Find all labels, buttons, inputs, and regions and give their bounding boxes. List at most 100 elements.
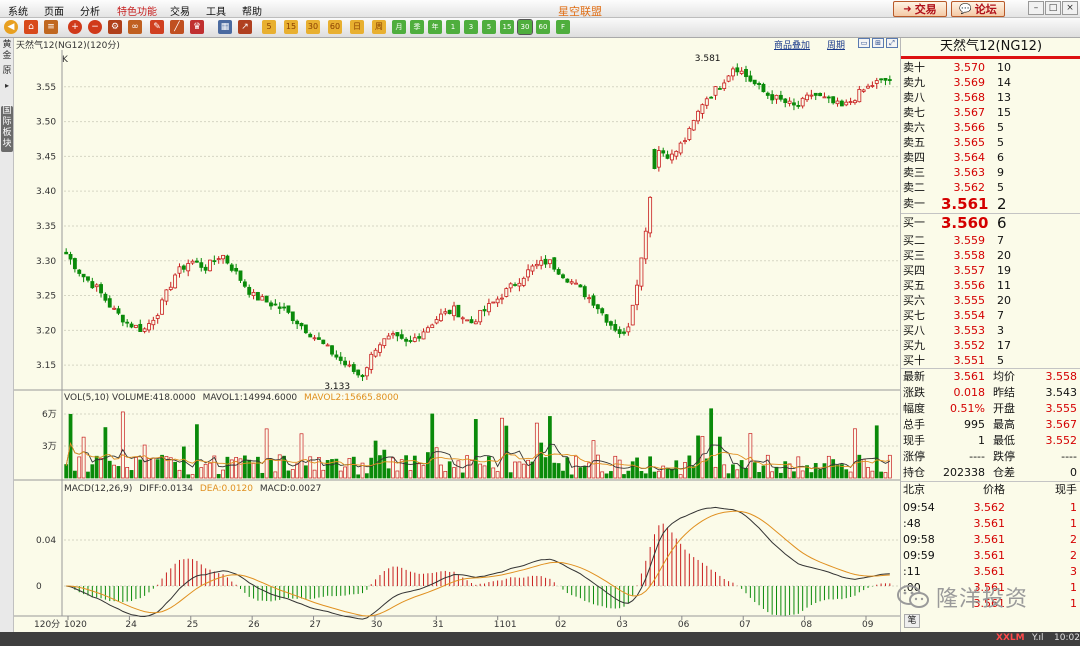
period-60-button[interactable]: 60: [536, 20, 550, 34]
stat-label: 均价: [993, 370, 1015, 383]
bid-row[interactable]: 买三 3.558 20: [901, 248, 1080, 263]
bid-row[interactable]: 买六 3.555 20: [901, 293, 1080, 308]
menu-special-features[interactable]: 特色功能: [117, 3, 157, 18]
formula-button[interactable]: F: [556, 20, 570, 34]
trade-button[interactable]: ➜ 交易: [893, 1, 947, 17]
forum-button[interactable]: 💬 论坛: [951, 1, 1005, 17]
chat-bubble-icon: 💬: [959, 3, 972, 15]
candle-body: [552, 257, 557, 270]
tab-intl-sector[interactable]: 国际板块: [1, 106, 13, 152]
link-icon[interactable]: ∞: [128, 20, 142, 34]
menu-help[interactable]: 帮助: [242, 3, 262, 18]
period-5min-button[interactable]: 5: [262, 20, 276, 34]
price-tick-label: 3.55: [36, 83, 56, 93]
candle-body: [256, 292, 260, 301]
tab-gold[interactable]: 黄金: [1, 40, 13, 62]
bid-price: 3.557: [953, 264, 986, 277]
period-quarter-button[interactable]: 季: [410, 20, 424, 34]
zoom-out-icon[interactable]: −: [88, 20, 102, 34]
tab-trades[interactable]: 笔: [904, 614, 920, 628]
tick-price: 3.561: [973, 517, 1006, 530]
bid-row[interactable]: 买八 3.553 3: [901, 323, 1080, 338]
ask-row[interactable]: 卖八 3.568 13: [901, 90, 1080, 105]
volume-bar: [652, 471, 657, 479]
tab-expand-icon[interactable]: ▸: [1, 80, 13, 90]
menu-analysis[interactable]: 分析: [80, 3, 100, 18]
bid-row[interactable]: 买一 3.560 6: [901, 214, 1080, 232]
back-icon[interactable]: ◀: [4, 20, 18, 34]
candle-body: [264, 295, 269, 303]
line-tool-icon[interactable]: ╱: [170, 20, 184, 34]
period-day-button[interactable]: 日: [350, 20, 364, 34]
maximize-button[interactable]: □: [1045, 1, 1061, 15]
bid-level-label: 买二: [903, 234, 925, 247]
stat-value: ----: [969, 450, 985, 463]
bid-row[interactable]: 买九 3.552 17: [901, 338, 1080, 353]
ask-row[interactable]: 卖一 3.561 2: [901, 195, 1080, 213]
volume-bar: [90, 464, 95, 479]
price-chart[interactable]: 3.55 3.50 3.45 3.40 3.35 3.30 3.25 3.20 3.15 3.5…: [14, 50, 900, 632]
menu-system[interactable]: 系统: [8, 3, 28, 18]
list-icon[interactable]: ≡: [44, 20, 58, 34]
bid-row[interactable]: 买十 3.551 5: [901, 353, 1080, 368]
home-icon[interactable]: ⌂: [24, 20, 38, 34]
period-15min-button[interactable]: 15: [284, 20, 298, 34]
period-1-button[interactable]: 1: [446, 20, 460, 34]
period-15-button[interactable]: 15: [500, 20, 514, 34]
volume-bar: [338, 470, 343, 479]
volume-bar: [609, 471, 613, 479]
ask-row[interactable]: 卖十 3.570 10: [901, 60, 1080, 75]
tick-row: :11 3.561 3: [901, 564, 1080, 580]
fullscreen-icon[interactable]: ⤢: [886, 38, 898, 48]
period-year-button[interactable]: 年: [428, 20, 442, 34]
menu-page[interactable]: 页面: [44, 3, 64, 18]
candle-body: [839, 100, 844, 107]
minimize-button[interactable]: –: [1028, 1, 1044, 15]
grid-icon[interactable]: ▦: [218, 20, 232, 34]
bid-row[interactable]: 买二 3.559 7: [901, 233, 1080, 248]
layout-icon[interactable]: ▭: [858, 38, 870, 48]
chart-icon[interactable]: ↗: [238, 20, 252, 34]
ask-row[interactable]: 卖四 3.564 6: [901, 150, 1080, 165]
bid-row[interactable]: 买七 3.554 7: [901, 308, 1080, 323]
period-week-button[interactable]: 周: [372, 20, 386, 34]
menu-tools[interactable]: 工具: [206, 3, 226, 18]
bid-row[interactable]: 买四 3.557 19: [901, 263, 1080, 278]
period-30min-button[interactable]: 30: [306, 20, 320, 34]
split-icon[interactable]: ⊞: [872, 38, 884, 48]
tab-crude[interactable]: 原: [1, 66, 13, 78]
menu-trade[interactable]: 交易: [170, 3, 190, 18]
period-month-button[interactable]: 月: [392, 20, 406, 34]
bid-price: 3.558: [953, 249, 986, 262]
ask-row[interactable]: 卖五 3.565 5: [901, 135, 1080, 150]
ask-volume: 5: [997, 181, 1004, 194]
tick-volume: 1: [1070, 501, 1077, 514]
bid-level-label: 买七: [903, 309, 925, 322]
bid-row[interactable]: 买五 3.556 11: [901, 278, 1080, 293]
close-button[interactable]: ×: [1062, 1, 1078, 15]
candle-body: [238, 270, 243, 281]
ask-row[interactable]: 卖三 3.563 9: [901, 165, 1080, 180]
ask-row[interactable]: 卖九 3.569 14: [901, 75, 1080, 90]
candle-body: [883, 77, 888, 81]
ask-row[interactable]: 卖六 3.566 5: [901, 120, 1080, 135]
volume-bar: [717, 436, 722, 479]
stat-value: 995: [964, 418, 985, 431]
period-3-button[interactable]: 3: [464, 20, 478, 34]
trophy-icon[interactable]: ♛: [190, 20, 204, 34]
volume-bar: [739, 460, 744, 479]
candle-body: [569, 281, 574, 284]
volume-bar: [299, 433, 304, 479]
volume-bar: [726, 473, 731, 479]
pencil-icon[interactable]: ✎: [150, 20, 164, 34]
period-60min-button[interactable]: 60: [328, 20, 342, 34]
ask-volume: 14: [997, 76, 1011, 89]
ask-row[interactable]: 卖七 3.567 15: [901, 105, 1080, 120]
ask-row[interactable]: 卖二 3.562 5: [901, 180, 1080, 195]
period-30-button[interactable]: 30: [517, 19, 533, 35]
macd-header: MACD(12,26,9) DIFF:0.0134 DEA:0.0120 MAC…: [64, 484, 321, 494]
settings-icon[interactable]: ⚙: [108, 20, 122, 34]
period-5-button[interactable]: 5: [482, 20, 496, 34]
candle-body: [338, 356, 343, 361]
zoom-in-icon[interactable]: +: [68, 20, 82, 34]
